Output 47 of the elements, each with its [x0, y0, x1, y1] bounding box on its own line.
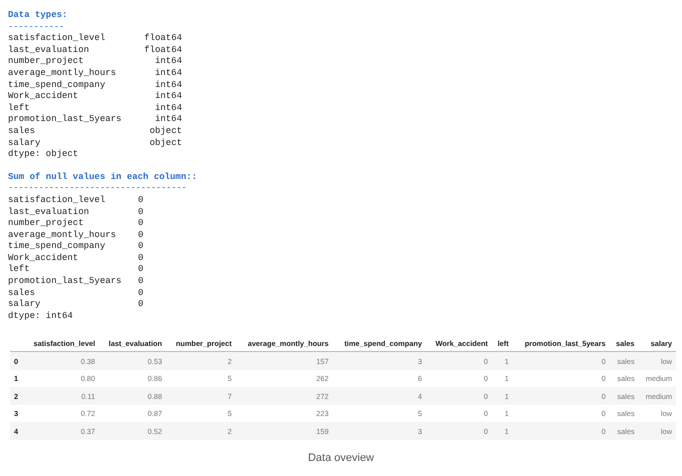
column-value: 0 — [138, 230, 144, 242]
column-name: salary — [8, 299, 40, 311]
column-value: 0 — [138, 288, 144, 300]
column-value: 0 — [138, 241, 144, 253]
column-value: 0 — [138, 299, 144, 311]
column-value: int64 — [154, 102, 182, 114]
figure-caption: Data oveview — [308, 452, 374, 464]
column-value: 0 — [138, 252, 144, 264]
column-value: float64 — [144, 33, 182, 45]
column-value: int64 — [154, 80, 182, 92]
column-name: time_spend_company — [8, 80, 106, 92]
dtype-text: dtype: object — [8, 149, 78, 161]
output-heading: Sum of null values in each column:: — [8, 172, 198, 184]
column-value: 0 — [138, 218, 144, 230]
dtype-text: dtype: int64 — [8, 310, 73, 322]
column-name: last_evaluation — [8, 44, 90, 56]
column-name: promotion_last_5years — [8, 276, 122, 288]
column-name: time_spend_company — [8, 241, 106, 253]
column-name: number_project — [8, 56, 84, 68]
column-name: left — [8, 102, 30, 114]
column-value: int64 — [154, 68, 182, 80]
divider-line: ----------- — [8, 22, 64, 34]
column-name: average_montly_hours — [8, 230, 116, 242]
column-name: salary — [8, 138, 40, 150]
column-name: left — [8, 264, 30, 276]
column-name: sales — [8, 126, 36, 138]
column-value: object — [150, 126, 182, 138]
column-value: int64 — [154, 56, 182, 68]
column-name: Work_accident — [8, 252, 78, 264]
column-name: average_montly_hours — [8, 68, 116, 80]
column-value: 0 — [138, 264, 144, 276]
column-value: object — [150, 138, 182, 150]
column-value: 0 — [138, 194, 144, 206]
column-value: float64 — [144, 44, 182, 56]
column-name: satisfaction_level — [8, 33, 106, 45]
divider-line: ----------------------------------- — [8, 183, 187, 195]
column-value: int64 — [154, 114, 182, 126]
column-value: 0 — [138, 206, 144, 218]
column-name: promotion_last_5years — [8, 114, 122, 126]
column-value: 0 — [138, 276, 144, 288]
column-name: Work_accident — [8, 91, 78, 103]
column-name: number_project — [8, 218, 84, 230]
output-heading: Data types: — [8, 10, 68, 22]
column-name: sales — [8, 288, 36, 300]
column-name: last_evaluation — [8, 206, 90, 218]
column-value: int64 — [154, 91, 182, 103]
column-name: satisfaction_level — [8, 194, 106, 206]
